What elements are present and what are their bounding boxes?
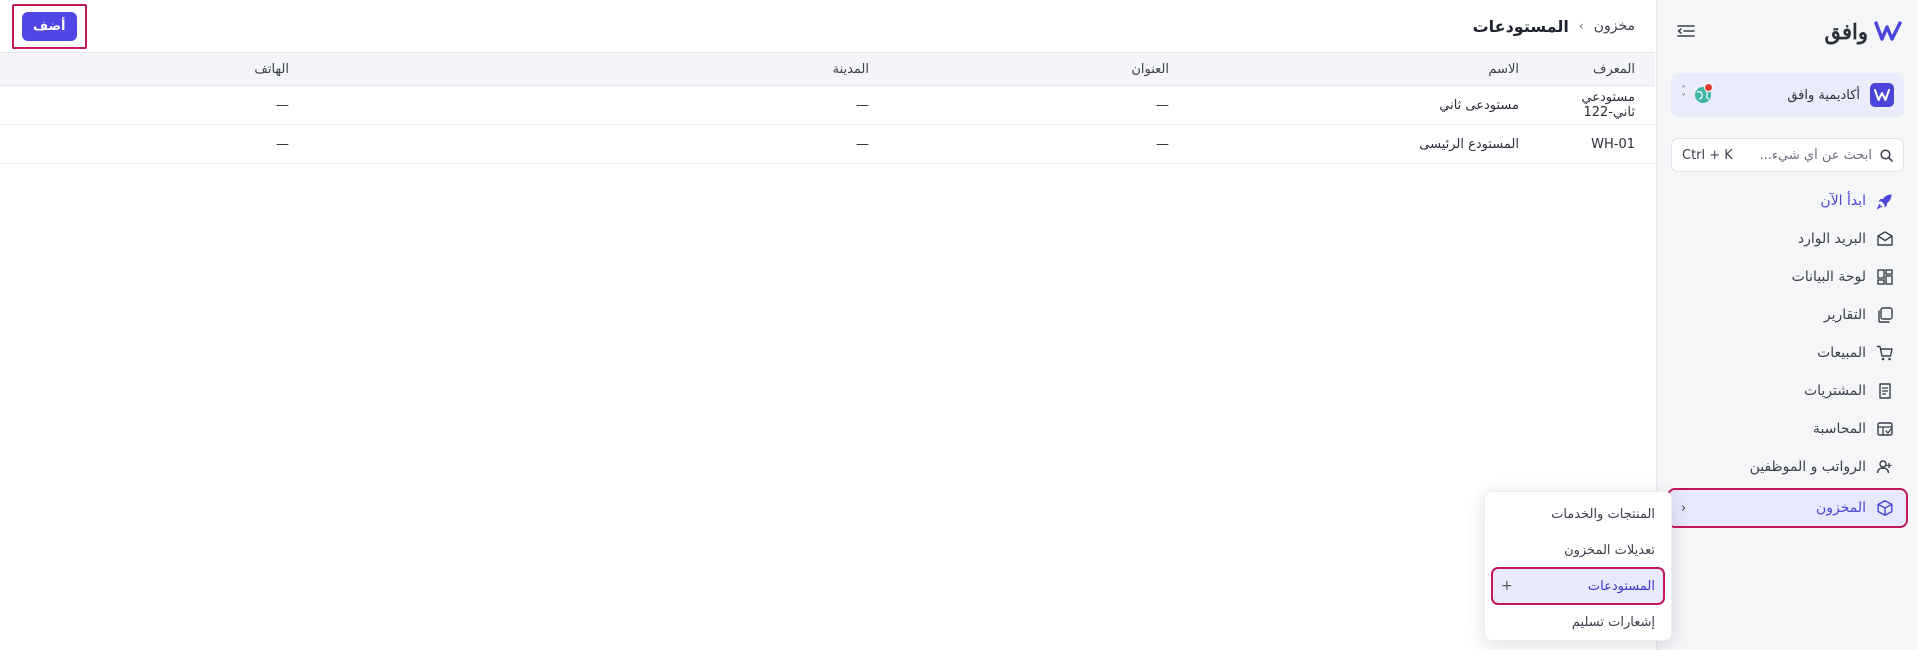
sidebar-item-purchases[interactable]: المشتريات — [1673, 376, 1902, 406]
topbar: مخزون › المستودعات أضف — [0, 0, 1655, 52]
sidebar-item-accounting[interactable]: المحاسبة — [1673, 414, 1902, 444]
sidebar-item-inventory[interactable]: المخزون ‹ — [1667, 488, 1908, 528]
collapse-sidebar-button[interactable] — [1673, 18, 1699, 44]
cell-city: — — [856, 97, 869, 113]
column-header-city[interactable]: المدينة — [289, 53, 869, 86]
chevron-updown-icon: ˄ ˅ — [1681, 85, 1686, 104]
cell-city: — — [856, 136, 869, 152]
sidebar-item-inbox[interactable]: البريد الوارد — [1673, 224, 1902, 254]
sidebar-item-label: لوحة البيانات — [1791, 269, 1866, 285]
collapse-icon — [1677, 25, 1695, 37]
search-box[interactable]: Ctrl + K — [1671, 138, 1904, 172]
reports-icon — [1876, 306, 1894, 324]
sidebar-item-label: المشتريات — [1803, 383, 1866, 399]
column-header-address[interactable]: العنوان — [869, 53, 1169, 86]
table-row[interactable]: WH-01 المستودع الرئيسى — — — — [0, 125, 1655, 164]
inbox-icon — [1876, 230, 1894, 248]
sidebar-item-start[interactable]: ابدأ الآن — [1673, 186, 1902, 216]
cell-address: — — [1156, 136, 1169, 152]
sidebar-item-label: المخزون — [1815, 500, 1866, 516]
notification-dot — [1704, 83, 1713, 92]
users-icon — [1876, 458, 1894, 476]
search-icon — [1880, 148, 1893, 162]
table-row[interactable]: مستودعي ثاني-122 مستودعى ثاني — — — — [0, 86, 1655, 125]
page-title: المستودعات — [1472, 16, 1569, 36]
sidebar-item-reports[interactable]: التقارير — [1673, 300, 1902, 330]
sidebar-item-label: البريد الوارد — [1797, 231, 1866, 247]
breadcrumb: مخزون › المستودعات — [1473, 17, 1635, 36]
breadcrumb-separator: › — [1578, 19, 1584, 33]
box-icon — [1876, 499, 1894, 517]
cell-phone: — — [276, 136, 289, 152]
brand-logo-icon — [1874, 21, 1902, 41]
sidebar-item-label: الرواتب و الموظفين — [1749, 459, 1866, 475]
brand[interactable]: وافق — [1824, 19, 1902, 44]
chevron-left-icon: ‹ — [1681, 500, 1687, 516]
cell-address: — — [1156, 97, 1169, 113]
search-shortcut: Ctrl + K — [1682, 147, 1733, 163]
add-button[interactable]: أضف — [22, 11, 77, 41]
org-switcher[interactable]: أكاديمية وافق ˄ ˅ — [1671, 73, 1904, 117]
sidebar-item-label: المحاسبة — [1812, 421, 1866, 437]
sidebar: وافق أكاديمية وافق ˄ ˅ ابحث عن أي شيء...… — [1656, 0, 1918, 650]
column-header-name[interactable]: الاسم — [1169, 53, 1519, 86]
table-header-row: المعرف الاسم العنوان المدينة الهاتف — [0, 52, 1655, 86]
breadcrumb-parent[interactable]: مخزون — [1594, 18, 1635, 34]
org-name: أكاديمية وافق — [1787, 87, 1860, 103]
sidebar-item-label: ابدأ الآن — [1820, 193, 1866, 209]
cell-id: مستودعي ثاني-122 — [1581, 90, 1635, 120]
sidebar-item-label: المبيعات — [1817, 345, 1866, 361]
add-button-wrapper: أضف — [12, 3, 87, 49]
cell-id: WH-01 — [1591, 136, 1635, 152]
column-header-id[interactable]: المعرف — [1519, 53, 1655, 86]
brand-row: وافق — [1673, 14, 1902, 48]
cell-phone: — — [276, 97, 289, 113]
dashboard-icon — [1876, 268, 1894, 286]
sidebar-item-sales[interactable]: المبيعات — [1673, 338, 1902, 368]
warehouses-table: المعرف الاسم العنوان المدينة الهاتف مستو… — [0, 52, 1655, 164]
accounting-icon — [1876, 420, 1894, 438]
receipt-icon — [1876, 382, 1894, 400]
column-header-phone[interactable]: الهاتف — [0, 53, 289, 86]
sidebar-item-payroll[interactable]: الرواتب و الموظفين — [1673, 452, 1902, 482]
globe-notification-icon[interactable] — [1694, 83, 1713, 104]
main-content: مخزون › المستودعات أضف المعرف الاسم العن… — [0, 0, 1655, 650]
cell-name: المستودع الرئيسى — [1419, 136, 1519, 152]
cart-icon — [1876, 344, 1894, 362]
search-input[interactable] — [1740, 147, 1872, 163]
brand-name: وافق — [1824, 18, 1868, 44]
sidebar-item-dashboard[interactable]: لوحة البيانات — [1673, 262, 1902, 292]
sidebar-item-label: التقارير — [1823, 307, 1866, 323]
rocket-icon — [1876, 192, 1894, 210]
cell-name: مستودعى ثاني — [1439, 97, 1519, 113]
org-logo-icon — [1870, 83, 1894, 107]
org-controls: ˄ ˅ — [1681, 83, 1713, 104]
sidebar-nav: ابدأ الآن البريد الوارد لوحة البيانات ال… — [1667, 186, 1908, 534]
